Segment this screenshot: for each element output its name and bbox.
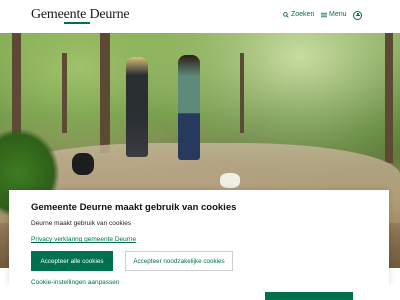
cookie-text: Deurne maakt gebruik van cookies xyxy=(31,220,132,227)
search-button[interactable]: Zoeken xyxy=(283,11,314,18)
search-label: Zoeken xyxy=(291,11,315,18)
tree-trunk xyxy=(240,53,244,133)
accessibility-icon[interactable] xyxy=(353,11,362,20)
logo-underline xyxy=(64,22,90,24)
footer-button[interactable] xyxy=(265,292,353,300)
menu-icon xyxy=(321,12,327,17)
cookie-title: Gemeente Deurne maakt gebruik van cookie… xyxy=(31,202,237,213)
accept-necessary-button[interactable]: Accepteer noodzakelijke cookies xyxy=(125,251,233,271)
woman-right xyxy=(178,55,200,160)
dog-bernese xyxy=(72,153,94,175)
cookie-modal: Gemeente Deurne maakt gebruik van cookie… xyxy=(9,190,389,286)
dog-white xyxy=(220,173,240,188)
privacy-link[interactable]: Privacy verklaring gemeente Deurne xyxy=(31,236,136,243)
search-icon xyxy=(283,11,289,18)
tree-trunk xyxy=(62,53,67,133)
menu-label: Menu xyxy=(329,11,347,18)
site-header: Gemeente Deurne Zoeken Menu xyxy=(0,0,400,33)
woman-left xyxy=(126,57,148,157)
tree-trunk xyxy=(385,33,393,163)
site-logo[interactable]: Gemeente Deurne xyxy=(31,7,130,23)
tree-trunk xyxy=(100,33,110,153)
menu-button[interactable]: Menu xyxy=(321,11,347,18)
accept-all-button[interactable]: Accepteer alle cookies xyxy=(31,251,113,271)
